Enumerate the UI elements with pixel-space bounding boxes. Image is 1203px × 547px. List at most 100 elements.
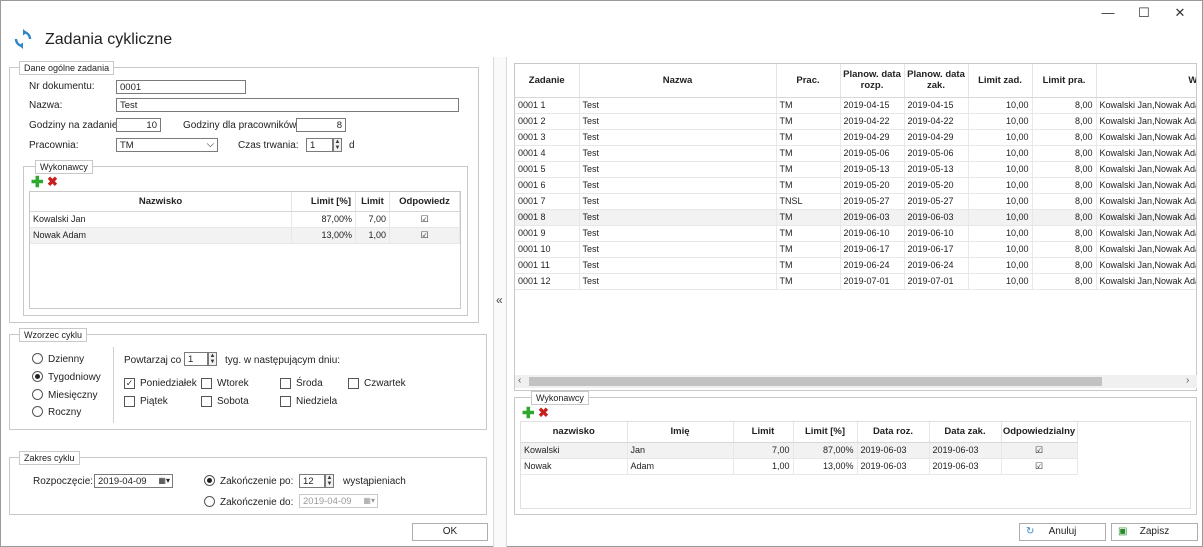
- table-row[interactable]: 0001 10 Test TM 2019-06-17 2019-06-17 10,00 8,…: [515, 241, 1196, 258]
- hours-workers-input[interactable]: 8: [296, 118, 346, 132]
- checkbox-tuesday[interactable]: [201, 378, 212, 389]
- table-row[interactable]: Nowak Adam 1,00 13,00% 2019-06-03 2019-06-03 ☑: [521, 458, 1078, 475]
- task-cell: 0001 4: [515, 145, 580, 162]
- table-row[interactable]: 0001 2 Test TM 2019-04-22 2019-04-22 10,00 8,0…: [515, 113, 1196, 130]
- col-header[interactable]: Odpowiedz: [389, 192, 460, 212]
- save-button[interactable]: ▣ Zapisz: [1111, 523, 1198, 541]
- col-header[interactable]: Imię: [627, 422, 734, 443]
- task-cell: 10,00: [968, 145, 1033, 162]
- cycle-divider: [113, 347, 114, 423]
- checkbox-wednesday-label: Środa: [296, 378, 323, 389]
- task-cell: Test: [579, 129, 777, 146]
- remove-worker-button[interactable]: ✖: [47, 174, 58, 190]
- radio-daily[interactable]: [32, 353, 43, 364]
- collapse-panel-button[interactable]: «: [496, 293, 503, 307]
- radio-daily-label: Dzienny: [48, 354, 85, 365]
- end-after-spinner[interactable]: ▲ ▼: [325, 474, 334, 488]
- doc-no-input[interactable]: 0001: [116, 80, 246, 94]
- end-after-input[interactable]: 12: [299, 474, 325, 488]
- table-row[interactable]: 0001 4 Test TM 2019-05-06 2019-05-06 10,00 8,0…: [515, 145, 1196, 162]
- col-header[interactable]: Data zak.: [929, 422, 1002, 443]
- worker-cell: Jan: [627, 442, 734, 459]
- name-label: Nazwa:: [29, 100, 63, 111]
- col-header[interactable]: Limit: [355, 192, 390, 212]
- task-cell: 8,00: [1032, 273, 1097, 290]
- responsible-checkbox[interactable]: ☑: [1001, 442, 1078, 459]
- col-header[interactable]: Wyko: [1096, 64, 1196, 98]
- col-header[interactable]: Planow. data zak.: [904, 64, 969, 98]
- table-row[interactable]: 0001 3 Test TM 2019-04-29 2019-04-29 10,00 8,0…: [515, 129, 1196, 146]
- worker-cell: 1,00: [733, 458, 794, 475]
- remove-worker-right-button[interactable]: ✖: [538, 405, 549, 421]
- table-row[interactable]: Nowak Adam 13,00% 1,00 ☑: [30, 227, 460, 244]
- repeat-input[interactable]: 1: [184, 352, 208, 366]
- col-header[interactable]: nazwisko: [521, 422, 628, 443]
- checkbox-thursday[interactable]: [348, 378, 359, 389]
- task-cell: 8,00: [1032, 241, 1097, 258]
- ok-button[interactable]: OK: [412, 523, 488, 541]
- table-row[interactable]: 0001 11 Test TM 2019-06-24 2019-06-24 10,00 8,…: [515, 257, 1196, 274]
- task-cell: Kowalski Jan,Nowak Ada: [1096, 257, 1196, 274]
- scroll-left-icon[interactable]: ‹: [518, 375, 521, 386]
- col-header[interactable]: Nazwa: [579, 64, 777, 98]
- close-button[interactable]: ✕: [1165, 5, 1195, 23]
- scroll-right-icon[interactable]: ›: [1186, 375, 1189, 386]
- table-row[interactable]: 0001 6 Test TM 2019-05-20 2019-05-20 10,00 8,0…: [515, 177, 1196, 194]
- table-row[interactable]: 0001 9 Test TM 2019-06-10 2019-06-10 10,00 8,0…: [515, 225, 1196, 242]
- col-header[interactable]: Nazwisko: [30, 192, 293, 212]
- checkbox-friday[interactable]: [124, 396, 135, 407]
- radio-end-after[interactable]: [204, 475, 215, 486]
- col-header[interactable]: Limit [%]: [291, 192, 357, 212]
- minimize-button[interactable]: —: [1093, 5, 1123, 23]
- col-header[interactable]: Data roz.: [857, 422, 930, 443]
- table-row[interactable]: 0001 1 Test TM 2019-04-15 2019-04-15 10,00 8,0…: [515, 97, 1196, 114]
- task-cell: 8,00: [1032, 257, 1097, 274]
- tasks-horizontal-scrollbar[interactable]: ‹ ›: [515, 375, 1197, 388]
- task-cell: Test: [579, 225, 777, 242]
- checkbox-monday-label: Poniedziałek: [140, 378, 197, 389]
- responsible-checkbox[interactable]: ☑: [1001, 458, 1078, 475]
- end-by-date-picker[interactable]: 2019-04-09 ▦▾: [299, 494, 378, 508]
- col-header[interactable]: Planow. data rozp.: [840, 64, 905, 98]
- worker-responsible-checkbox[interactable]: ☑: [389, 227, 460, 244]
- col-header[interactable]: Limit pra.: [1032, 64, 1097, 98]
- table-row[interactable]: 0001 5 Test TM 2019-05-13 2019-05-13 10,00 8,0…: [515, 161, 1196, 178]
- duration-input[interactable]: 1: [306, 138, 333, 152]
- hours-task-input[interactable]: 10: [116, 118, 161, 132]
- checkbox-wednesday[interactable]: [280, 378, 291, 389]
- col-header[interactable]: Limit [%]: [793, 422, 858, 443]
- radio-weekly[interactable]: [32, 371, 43, 382]
- col-header[interactable]: Zadanie: [515, 64, 580, 98]
- worker-responsible-checkbox[interactable]: ☑: [389, 211, 460, 228]
- col-header[interactable]: Limit: [733, 422, 794, 443]
- checkbox-saturday[interactable]: [201, 396, 212, 407]
- task-cell: 10,00: [968, 273, 1033, 290]
- repeat-spinner[interactable]: ▲ ▼: [208, 352, 217, 366]
- start-date-picker[interactable]: 2019-04-09 ▦▾: [94, 474, 173, 488]
- task-cell: TM: [776, 273, 841, 290]
- col-header[interactable]: Prac.: [776, 64, 841, 98]
- table-row[interactable]: Kowalski Jan 87,00% 7,00 ☑: [30, 211, 460, 228]
- task-cell: 8,00: [1032, 161, 1097, 178]
- table-row[interactable]: Kowalski Jan 7,00 87,00% 2019-06-03 2019-06-0…: [521, 442, 1078, 459]
- add-worker-button[interactable]: ✚: [31, 173, 44, 191]
- table-row[interactable]: 0001 8 Test TM 2019-06-03 2019-06-03 10,00 8,0…: [515, 209, 1196, 226]
- workshop-select[interactable]: TM ⌵: [116, 138, 218, 152]
- table-row[interactable]: 0001 12 Test TM 2019-07-01 2019-07-01 10,00 8,…: [515, 273, 1196, 290]
- scrollbar-thumb[interactable]: [529, 377, 1102, 386]
- radio-end-by[interactable]: [204, 496, 215, 507]
- duration-spinner[interactable]: ▲ ▼: [333, 138, 342, 152]
- checkbox-sunday[interactable]: [280, 396, 291, 407]
- name-input[interactable]: Test: [116, 98, 459, 112]
- checkbox-monday[interactable]: ✓: [124, 378, 135, 389]
- table-row[interactable]: 0001 7 Test TNSL 2019-05-27 2019-05-27 10,00 8…: [515, 193, 1196, 210]
- checkbox-saturday-label: Sobota: [217, 396, 249, 407]
- add-worker-right-button[interactable]: ✚: [522, 404, 535, 422]
- cancel-button[interactable]: ↻ Anuluj: [1019, 523, 1106, 541]
- radio-monthly[interactable]: [32, 389, 43, 400]
- col-header[interactable]: Odpowiedzialny: [1001, 422, 1078, 443]
- radio-yearly[interactable]: [32, 406, 43, 417]
- task-cell: Test: [579, 161, 777, 178]
- maximize-button[interactable]: ☐: [1129, 5, 1159, 23]
- col-header[interactable]: Limit zad.: [968, 64, 1033, 98]
